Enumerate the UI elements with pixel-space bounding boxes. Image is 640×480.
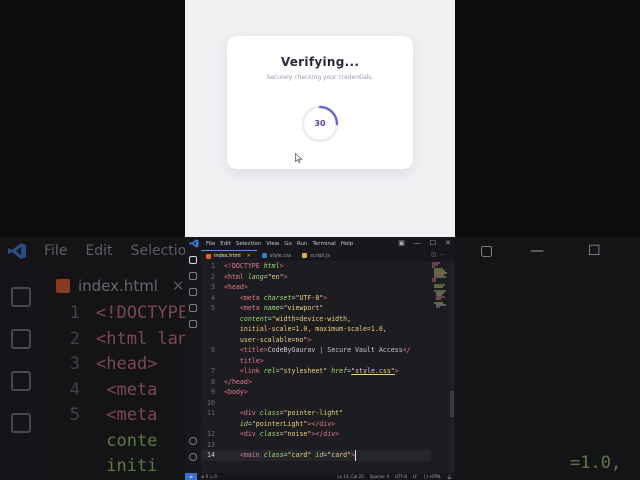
bg-search-icon bbox=[11, 329, 31, 349]
bg-code-fragment: =1.0, bbox=[570, 453, 622, 473]
menu-view[interactable]: View bbox=[266, 241, 279, 247]
countdown-number: 30 bbox=[314, 119, 326, 128]
scroll-thumb[interactable] bbox=[450, 391, 454, 417]
bg-layout-icon: ▢ bbox=[480, 243, 494, 259]
bg-run-icon bbox=[11, 413, 31, 433]
bg-tab-close-icon: ✕ bbox=[171, 277, 185, 295]
code-editor[interactable]: 1 <!DOCTYPE html > 2 <html lang = "en" > 3 <hea… bbox=[201, 261, 431, 473]
tab-close-icon[interactable]: ✕ bbox=[247, 253, 251, 259]
vscode-window: File Edit Selection View Go Run Terminal… bbox=[185, 237, 455, 480]
code-line: 1 <!DOCTYPE html > bbox=[211, 262, 284, 270]
notifications-bell-icon[interactable]: 🔔︎ bbox=[447, 474, 452, 479]
editor-tabs: index.html ✕ style.css script.js ◫⋯ bbox=[201, 250, 455, 261]
language-mode[interactable]: {} HTML bbox=[423, 474, 441, 479]
bg-maximize-icon: ☐ bbox=[588, 243, 601, 259]
code-line: 3 <head> bbox=[211, 283, 248, 291]
tab-label: script.js bbox=[310, 252, 330, 259]
more-actions-icon[interactable]: ⋯ bbox=[440, 252, 449, 258]
code-line: user-scalable=no" > bbox=[224, 335, 312, 344]
card-title: Verifying... bbox=[280, 55, 360, 69]
code-line: title> bbox=[224, 356, 264, 365]
bg-menu-edit: Edit bbox=[85, 243, 113, 259]
source-control-icon[interactable] bbox=[189, 288, 197, 296]
code-line: content = "width=device-width, bbox=[224, 314, 352, 323]
settings-gear-icon[interactable] bbox=[189, 453, 197, 461]
vscode-logo-icon bbox=[8, 243, 26, 259]
code-line: 11 <div class = "pointer-light" bbox=[207, 409, 344, 417]
run-debug-icon[interactable] bbox=[189, 304, 197, 312]
title-bar: File Edit Selection View Go Run Terminal… bbox=[185, 237, 455, 250]
explorer-icon[interactable] bbox=[189, 256, 197, 264]
maximize-icon[interactable]: ☐ bbox=[430, 239, 436, 247]
menu-edit[interactable]: Edit bbox=[220, 241, 231, 247]
menu-terminal[interactable]: Terminal bbox=[312, 241, 335, 247]
browser-preview: Verifying... Securely checking your cred… bbox=[185, 0, 455, 237]
bg-source-control-icon bbox=[11, 371, 31, 391]
split-editor-icon[interactable]: ◫ bbox=[431, 252, 440, 258]
code-line-current: 14 <main class = "card" id = "card" > bbox=[201, 450, 431, 461]
tab-actions: ◫⋯ bbox=[431, 252, 449, 258]
tab-script-js[interactable]: script.js bbox=[297, 250, 336, 261]
code-line: 7 <link rel = "stylesheet" href = "style.css… bbox=[211, 367, 399, 375]
mouse-cursor-icon bbox=[295, 153, 303, 163]
menu-help[interactable]: Help bbox=[341, 241, 354, 247]
close-icon[interactable]: ✕ bbox=[445, 239, 451, 247]
bg-tab-index: index.html bbox=[78, 277, 158, 295]
problems-count[interactable]: ⊗ 0 ⚠ 0 bbox=[201, 474, 217, 479]
css-file-icon bbox=[261, 253, 267, 258]
bg-menu-file: File bbox=[44, 243, 68, 259]
menu-go[interactable]: Go bbox=[284, 241, 292, 247]
code-line: 9 <body> bbox=[211, 388, 248, 396]
tab-label: style.css bbox=[269, 252, 292, 259]
menu-selection[interactable]: Selection bbox=[236, 241, 261, 247]
status-right: Ln 14, Col 25 Spaces: 4 UTF-8 LF {} HTML… bbox=[337, 474, 452, 479]
code-line: 10 bbox=[207, 398, 215, 407]
bg-minimize-icon: — bbox=[530, 243, 544, 259]
cursor-position[interactable]: Ln 14, Col 25 bbox=[337, 474, 363, 479]
menu-file[interactable]: File bbox=[206, 241, 215, 247]
window-controls: ▣ — ☐ ✕ bbox=[398, 239, 451, 247]
extensions-icon[interactable] bbox=[189, 320, 197, 328]
tab-label: index.html bbox=[214, 253, 241, 259]
indentation[interactable]: Spaces: 4 bbox=[370, 474, 389, 479]
code-line: 4 <meta charset = "UTF-8" > bbox=[211, 293, 328, 302]
search-icon[interactable] bbox=[189, 272, 197, 280]
minimap[interactable] bbox=[431, 261, 449, 321]
layout-icon[interactable]: ▣ bbox=[398, 239, 405, 247]
activity-bottom bbox=[185, 431, 201, 469]
account-icon[interactable] bbox=[189, 437, 197, 445]
minimize-icon[interactable]: — bbox=[414, 239, 421, 247]
card-subtitle: Securely checking your credentials. bbox=[266, 74, 374, 81]
countdown-spinner: 30 bbox=[300, 104, 340, 144]
code-line: id = "pointerLight" ></div> bbox=[224, 419, 336, 428]
remote-indicator-icon[interactable]: ⇌ bbox=[185, 473, 197, 480]
editor-scrollbar[interactable] bbox=[450, 261, 454, 473]
code-line: 2 <html lang = "en" > bbox=[211, 272, 288, 281]
code-line: 8 </head> bbox=[211, 377, 252, 386]
tab-index-html[interactable]: index.html ✕ bbox=[201, 250, 257, 261]
bg-activity-bar bbox=[0, 267, 42, 480]
code-line: 13 bbox=[207, 440, 215, 449]
encoding[interactable]: UTF-8 bbox=[395, 474, 407, 479]
code-line: initial-scale=1.0, maximum-scale=1.0, bbox=[224, 325, 387, 333]
code-line: 12 <div class = "noise" ></div> bbox=[207, 430, 340, 438]
end-of-line[interactable]: LF bbox=[413, 474, 418, 479]
bg-html-file-icon bbox=[56, 279, 70, 293]
html-file-icon bbox=[206, 253, 211, 259]
vscode-logo-icon bbox=[189, 239, 199, 248]
code-line: 5 <meta name = "viewport" bbox=[211, 304, 324, 312]
js-file-icon bbox=[302, 253, 308, 258]
menu-run[interactable]: Run bbox=[297, 241, 308, 247]
status-bar: ⇌ ⊗ 0 ⚠ 0 Ln 14, Col 25 Spaces: 4 UTF-8 … bbox=[185, 473, 455, 480]
tab-style-css[interactable]: style.css bbox=[257, 250, 298, 261]
verify-card: Verifying... Securely checking your cred… bbox=[227, 36, 413, 169]
activity-bar bbox=[185, 250, 201, 473]
bg-explorer-icon bbox=[11, 287, 31, 307]
code-line: 6 <title> CodeByGaurav | Secure Vault Acc… bbox=[211, 346, 411, 354]
